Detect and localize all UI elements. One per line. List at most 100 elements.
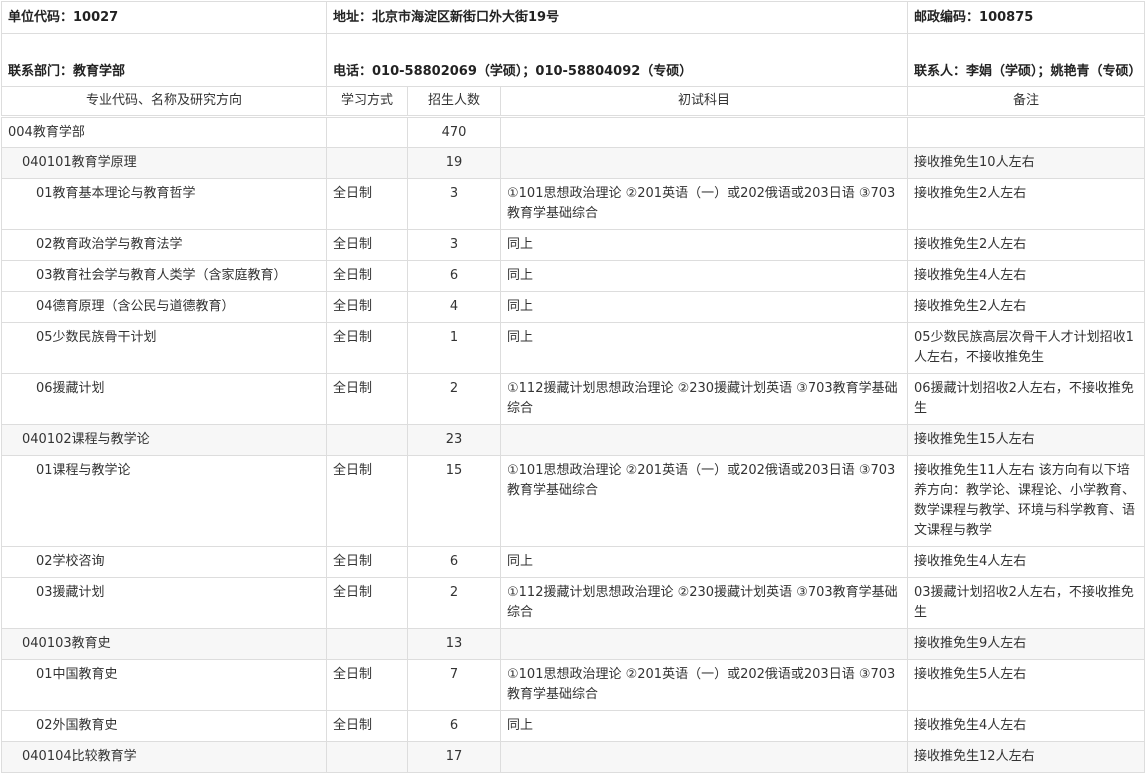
- row-name: 040104比较教育学: [1, 741, 327, 773]
- row-count: 19: [407, 147, 501, 179]
- row-count: 3: [407, 178, 501, 230]
- row-mode: [326, 424, 408, 456]
- table-row: 05少数民族骨干计划 全日制 1 同上 05少数民族高层次骨干人才计划招收1人左…: [1, 322, 1145, 374]
- table-row: 040104比较教育学 17 接收推免生12人左右: [1, 741, 1145, 773]
- contact-department: 联系部门：教育学部: [1, 33, 327, 87]
- table-row: 02学校咨询 全日制 6 同上 接收推免生4人左右: [1, 546, 1145, 578]
- row-count: 23: [407, 424, 501, 456]
- row-count: 6: [407, 260, 501, 292]
- row-name: 01教育基本理论与教育哲学: [1, 178, 327, 230]
- row-subjects: 同上: [499, 710, 909, 742]
- phone: 电话：010-58802069（学硕）；010-58804092（专硕）: [325, 33, 909, 87]
- row-note: 接收推免生2人左右: [907, 229, 1145, 261]
- row-mode: [326, 147, 408, 179]
- row-subjects: ①112援藏计划思想政治理论 ②230援藏计划英语 ③703教育学基础综合: [499, 373, 909, 425]
- table-row: 040102课程与教学论 23 接收推免生15人左右: [1, 424, 1145, 456]
- row-name: 04德育原理（含公民与道德教育）: [1, 291, 327, 323]
- row-subjects: [499, 628, 909, 660]
- table-row: 01中国教育史 全日制 7 ①101思想政治理论 ②201英语（一）或202俄语…: [1, 659, 1145, 711]
- table-row: 040101教育学原理 19 接收推免生10人左右: [1, 147, 1145, 179]
- row-mode: 全日制: [326, 710, 408, 742]
- row-name: 03援藏计划: [1, 577, 327, 629]
- row-note: 接收推免生10人左右: [907, 147, 1145, 179]
- row-count: 470: [407, 116, 501, 148]
- header-exam-subjects: 初试科目: [499, 86, 909, 118]
- row-count: 6: [407, 710, 501, 742]
- header-study-mode: 学习方式: [326, 86, 408, 118]
- row-name: 03教育社会学与教育人类学（含家庭教育）: [1, 260, 327, 292]
- unit-code: 单位代码：10027: [1, 1, 327, 34]
- row-mode: [326, 628, 408, 660]
- row-name: 02外国教育史: [1, 710, 327, 742]
- table-row: 03教育社会学与教育人类学（含家庭教育） 全日制 6 同上 接收推免生4人左右: [1, 260, 1145, 292]
- row-count: 2: [407, 577, 501, 629]
- row-count: 2: [407, 373, 501, 425]
- row-subjects: ①101思想政治理论 ②201英语（一）或202俄语或203日语 ③703教育学…: [499, 455, 909, 547]
- row-mode: 全日制: [326, 322, 408, 374]
- row-mode: 全日制: [326, 229, 408, 261]
- row-subjects: [499, 147, 909, 179]
- row-mode: 全日制: [326, 659, 408, 711]
- row-name: 06援藏计划: [1, 373, 327, 425]
- row-subjects: ①112援藏计划思想政治理论 ②230援藏计划英语 ③703教育学基础综合: [499, 577, 909, 629]
- row-note: 接收推免生9人左右: [907, 628, 1145, 660]
- row-subjects: [499, 116, 909, 148]
- row-subjects: [499, 741, 909, 773]
- header-notes: 备注: [907, 86, 1145, 118]
- row-mode: 全日制: [326, 455, 408, 547]
- row-note: 06援藏计划招收2人左右，不接收推免生: [907, 373, 1145, 425]
- row-name: 01中国教育史: [1, 659, 327, 711]
- row-count: 4: [407, 291, 501, 323]
- row-subjects: ①101思想政治理论 ②201英语（一）或202俄语或203日语 ③703教育学…: [499, 178, 909, 230]
- row-count: 7: [407, 659, 501, 711]
- row-subjects: ①101思想政治理论 ②201英语（一）或202俄语或203日语 ③703教育学…: [499, 659, 909, 711]
- address: 地址：北京市海淀区新街口外大街19号: [325, 1, 909, 34]
- header-major: 专业代码、名称及研究方向: [1, 86, 327, 118]
- row-note: 接收推免生15人左右: [907, 424, 1145, 456]
- header-enrollment: 招生人数: [407, 86, 501, 118]
- row-mode: 全日制: [326, 178, 408, 230]
- row-name: 040102课程与教学论: [1, 424, 327, 456]
- row-name: 05少数民族骨干计划: [1, 322, 327, 374]
- contact-person: 联系人：李娟（学硕）；姚艳青（专硕）: [907, 33, 1145, 87]
- row-subjects: 同上: [499, 291, 909, 323]
- table-row: 02外国教育史 全日制 6 同上 接收推免生4人左右: [1, 710, 1145, 742]
- row-count: 6: [407, 546, 501, 578]
- row-note: 接收推免生12人左右: [907, 741, 1145, 773]
- row-subjects: 同上: [499, 260, 909, 292]
- row-note: 接收推免生5人左右: [907, 659, 1145, 711]
- row-count: 13: [407, 628, 501, 660]
- row-mode: 全日制: [326, 546, 408, 578]
- row-name: 01课程与教学论: [1, 455, 327, 547]
- row-subjects: 同上: [499, 322, 909, 374]
- row-note: 接收推免生2人左右: [907, 291, 1145, 323]
- row-note: 接收推免生4人左右: [907, 260, 1145, 292]
- row-note: 接收推免生2人左右: [907, 178, 1145, 230]
- row-name: 004教育学部: [1, 116, 327, 148]
- table-row: 004教育学部 470: [1, 116, 1145, 148]
- row-name: 02学校咨询: [1, 546, 327, 578]
- table-row: 03援藏计划 全日制 2 ①112援藏计划思想政治理论 ②230援藏计划英语 ③…: [1, 577, 1145, 629]
- row-note: 05少数民族高层次骨干人才计划招收1人左右，不接收推免生: [907, 322, 1145, 374]
- row-count: 17: [407, 741, 501, 773]
- row-mode: 全日制: [326, 260, 408, 292]
- table-row: 040103教育史 13 接收推免生9人左右: [1, 628, 1145, 660]
- row-name: 040101教育学原理: [1, 147, 327, 179]
- table-row: 06援藏计划 全日制 2 ①112援藏计划思想政治理论 ②230援藏计划英语 ③…: [1, 373, 1145, 425]
- row-note: 接收推免生11人左右 该方向有以下培养方向：教学论、课程论、小学教育、数学课程与…: [907, 455, 1145, 547]
- table-row: 04德育原理（含公民与道德教育） 全日制 4 同上 接收推免生2人左右: [1, 291, 1145, 323]
- row-note: [907, 116, 1145, 148]
- row-note: 接收推免生4人左右: [907, 546, 1145, 578]
- row-note: 03援藏计划招收2人左右，不接收推免生: [907, 577, 1145, 629]
- row-subjects: [499, 424, 909, 456]
- row-count: 3: [407, 229, 501, 261]
- row-note: 接收推免生4人左右: [907, 710, 1145, 742]
- postal-code: 邮政编码：100875: [907, 1, 1145, 34]
- row-name: 040103教育史: [1, 628, 327, 660]
- table-row: 02教育政治学与教育法学 全日制 3 同上 接收推免生2人左右: [1, 229, 1145, 261]
- table-row: 01课程与教学论 全日制 15 ①101思想政治理论 ②201英语（一）或202…: [1, 455, 1145, 547]
- row-mode: 全日制: [326, 373, 408, 425]
- admissions-table: 单位代码：10027 地址：北京市海淀区新街口外大街19号 邮政编码：10087…: [1, 1, 1145, 773]
- row-name: 02教育政治学与教育法学: [1, 229, 327, 261]
- row-mode: [326, 741, 408, 773]
